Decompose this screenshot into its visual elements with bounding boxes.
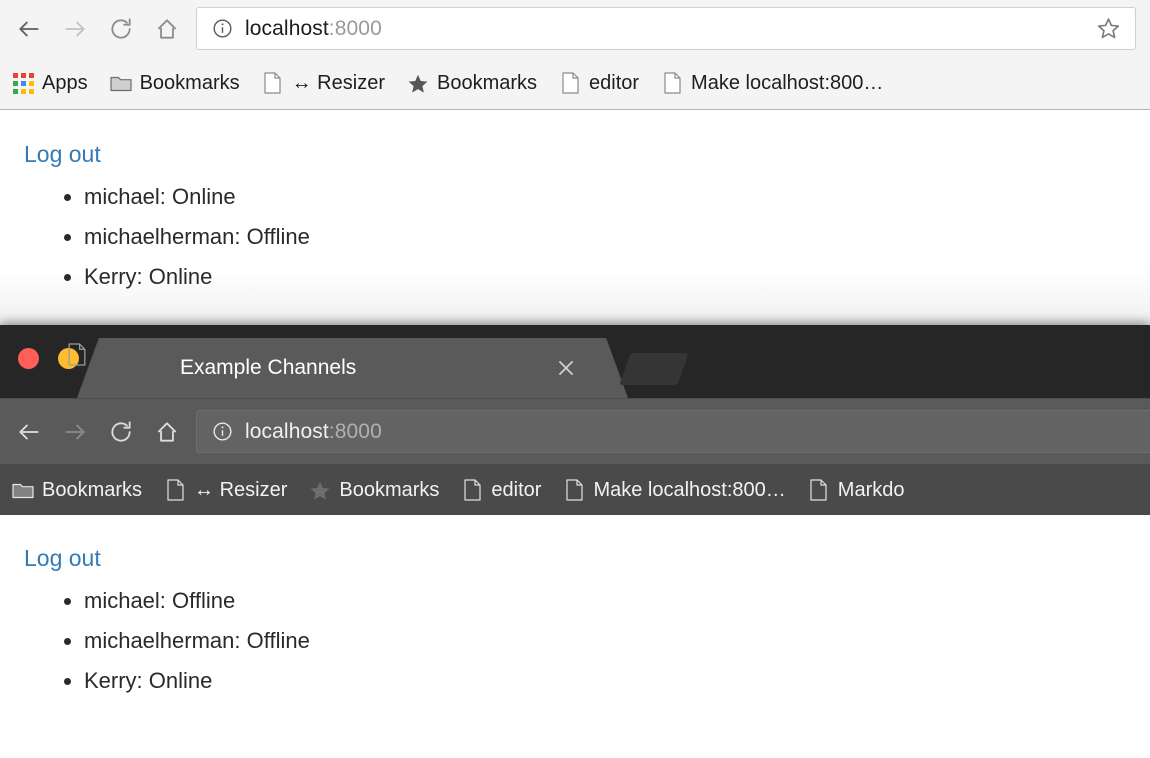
list-item: michael: Offline	[84, 581, 1150, 621]
bookmark-label: Apps	[42, 71, 88, 94]
bookmark-bookmarks-star[interactable]: Bookmarks	[309, 478, 439, 502]
page-icon	[68, 343, 88, 367]
address-bar-url: localhost:8000	[245, 17, 382, 41]
logout-link[interactable]: Log out	[24, 545, 101, 572]
reload-button[interactable]	[98, 6, 144, 52]
list-item: michaelherman: Offline	[84, 217, 1150, 257]
tab-example-channels[interactable]: Example Channels	[105, 338, 600, 398]
folder-icon	[12, 478, 34, 502]
bookmark-apps[interactable]: Apps	[12, 71, 88, 95]
bookmark-resizer[interactable]: ↔ Resizer	[164, 478, 287, 502]
user-status-list: michael: Offline michaelherman: Offline …	[24, 581, 1150, 701]
list-item: michaelherman: Offline	[84, 621, 1150, 661]
tab-title: Example Channels	[180, 356, 357, 379]
bookmark-label: editor	[491, 478, 542, 501]
browser-window-foreground: Example Channels localhost:8000 Bookmark…	[0, 325, 1150, 758]
bookmarks-bar-dark: Bookmarks ↔ Resizer Bookmarks editor Mak	[0, 465, 1150, 515]
forward-button[interactable]	[52, 409, 98, 455]
forward-button[interactable]	[52, 6, 98, 52]
list-item: Kerry: Online	[84, 661, 1150, 701]
url-host: localhost	[245, 419, 329, 443]
new-tab-button[interactable]	[619, 353, 689, 385]
page-icon	[262, 71, 284, 95]
bookmark-label: ↔ Resizer	[291, 71, 385, 94]
back-button[interactable]	[6, 409, 52, 455]
page-icon	[164, 478, 186, 502]
bookmark-label: ↔ Resizer	[194, 478, 288, 501]
address-bar-url: localhost:8000	[245, 420, 382, 444]
list-item: Kerry: Online	[84, 257, 1150, 297]
page-icon	[808, 478, 830, 502]
url-port: :8000	[328, 16, 382, 40]
star-icon	[309, 478, 331, 502]
page-icon	[563, 478, 585, 502]
bookmark-bookmarks-star[interactable]: Bookmarks	[407, 71, 537, 95]
toolbar-dark: localhost:8000	[0, 398, 1150, 465]
apps-grid-icon	[12, 71, 34, 95]
toolbar-light: localhost:8000	[0, 0, 1150, 57]
page-icon	[559, 71, 581, 95]
browser-window-background: localhost:8000 Apps Bookmarks ↔ Resizer …	[0, 0, 1150, 330]
bookmark-editor[interactable]: editor	[461, 478, 541, 502]
folder-icon	[109, 71, 132, 95]
bookmarks-bar-light: Apps Bookmarks ↔ Resizer Bookmarks edito	[0, 57, 1150, 110]
close-icon[interactable]	[554, 356, 578, 380]
star-outline-icon[interactable]	[1095, 16, 1121, 42]
bookmark-label: Bookmarks	[42, 478, 143, 501]
bookmark-label: Bookmarks	[139, 71, 240, 94]
close-window-button[interactable]	[18, 348, 39, 369]
logout-link[interactable]: Log out	[24, 141, 101, 168]
navigation-buttons	[0, 6, 190, 52]
bookmark-label: Bookmarks	[436, 71, 538, 94]
bookmark-label: Bookmarks	[339, 478, 440, 501]
info-circle-icon[interactable]	[211, 421, 233, 443]
home-button[interactable]	[144, 6, 190, 52]
user-status-list: michael: Online michaelherman: Offline K…	[24, 177, 1150, 297]
bookmark-editor[interactable]: editor	[559, 71, 639, 95]
address-bar[interactable]: localhost:8000	[196, 7, 1136, 50]
url-port: :8000	[328, 419, 382, 443]
page-icon	[661, 71, 683, 95]
list-item: michael: Online	[84, 177, 1150, 217]
page-icon	[461, 478, 483, 502]
home-button[interactable]	[144, 409, 190, 455]
info-circle-icon[interactable]	[211, 18, 233, 40]
bookmark-label: Make localhost:800…	[593, 478, 786, 501]
bookmark-bookmarks-folder[interactable]: Bookmarks	[109, 71, 240, 95]
bookmark-label: Markdo	[837, 478, 905, 501]
bookmark-make-localhost[interactable]: Make localhost:800…	[563, 478, 786, 502]
url-host: localhost	[245, 16, 329, 40]
tab-bar: Example Channels	[0, 325, 1150, 398]
back-button[interactable]	[6, 6, 52, 52]
bookmark-resizer[interactable]: ↔ Resizer	[262, 71, 385, 95]
bookmark-make-localhost[interactable]: Make localhost:800…	[661, 71, 883, 95]
navigation-buttons	[0, 409, 190, 455]
address-bar[interactable]: localhost:8000	[196, 410, 1150, 453]
bookmark-markdown[interactable]: Markdo	[808, 478, 905, 502]
star-icon	[407, 71, 429, 95]
page-content-foreground-window: Log out michael: Offline michaelherman: …	[0, 515, 1150, 758]
page-content-background-window: Log out michael: Online michaelherman: O…	[0, 111, 1150, 330]
reload-button[interactable]	[98, 409, 144, 455]
bookmark-label: Make localhost:800…	[691, 71, 884, 94]
bookmark-label: editor	[589, 71, 640, 94]
bookmark-bookmarks-folder[interactable]: Bookmarks	[12, 478, 142, 502]
